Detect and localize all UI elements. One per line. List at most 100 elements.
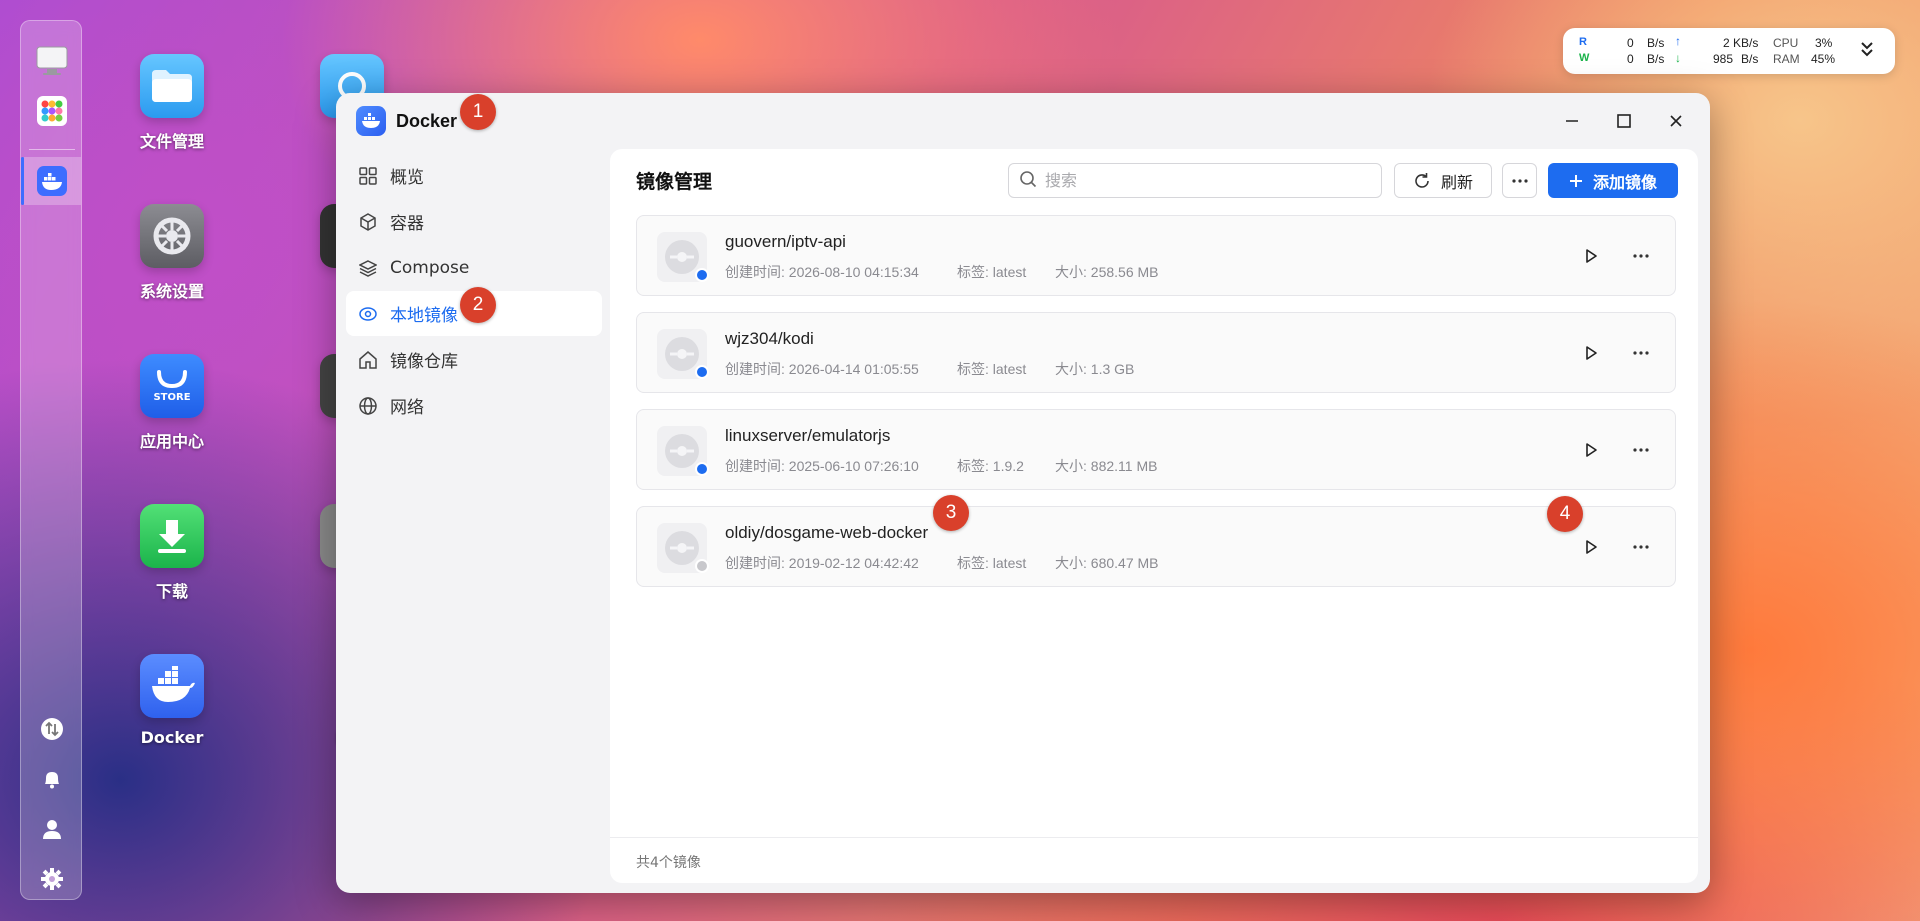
row-more-button[interactable] — [1627, 242, 1655, 270]
refresh-button[interactable]: 刷新 — [1394, 163, 1492, 198]
status-dot — [695, 268, 709, 282]
sidebar-item-network[interactable]: 网络 — [346, 383, 602, 428]
sidebar-item-label: 概览 — [390, 168, 424, 188]
desktop-icon-label: Docker — [140, 728, 204, 747]
folder-icon — [140, 54, 204, 118]
run-button[interactable] — [1577, 533, 1605, 561]
row-more-button[interactable] — [1627, 436, 1655, 464]
sidebar-item-label: 本地镜像 — [390, 306, 458, 326]
image-size: 大小: 680.47 MB — [1055, 555, 1159, 571]
list-item[interactable]: oldiy/dosgame-web-docker 创建时间: 2019-02-1… — [636, 506, 1676, 587]
image-created: 创建时间: 2026-04-14 01:05:55 — [725, 361, 919, 377]
annotation-badge-3: 3 — [933, 495, 969, 531]
plus-icon — [1569, 174, 1583, 188]
store-icon: STORE — [140, 354, 204, 418]
image-size: 大小: 1.3 GB — [1055, 361, 1135, 377]
window-title: Docker — [396, 110, 458, 131]
more-options-button[interactable] — [1502, 163, 1537, 198]
status-dot — [695, 462, 709, 476]
run-button[interactable] — [1577, 436, 1605, 464]
desktop-icon-download[interactable]: 下载 — [112, 504, 232, 602]
status-dot — [695, 559, 709, 573]
image-size: 大小: 882.11 MB — [1055, 458, 1158, 474]
row-more-button[interactable] — [1627, 339, 1655, 367]
add-image-button[interactable]: 添加镜像 — [1548, 163, 1678, 198]
download-icon — [140, 504, 204, 568]
docker-dock-icon[interactable] — [34, 163, 70, 199]
gear-icon — [140, 204, 204, 268]
refresh-icon — [1413, 172, 1431, 190]
run-button[interactable] — [1577, 242, 1605, 270]
home-icon — [358, 350, 378, 370]
window-titlebar: Docker — [356, 105, 457, 137]
more-horizontal-icon — [1633, 351, 1649, 355]
list-item[interactable]: guovern/iptv-api 创建时间: 2026-08-10 04:15:… — [636, 215, 1676, 296]
image-created: 创建时间: 2026-08-10 04:15:34 — [725, 264, 919, 280]
refresh-label: 刷新 — [1440, 172, 1473, 192]
net-up-value: 2 KB/s — [1723, 36, 1759, 50]
desktop-icon-label: 下载 — [155, 582, 188, 601]
maximize-button[interactable] — [1610, 107, 1638, 135]
search-input[interactable] — [1045, 171, 1365, 190]
desktop-icon-docker[interactable]: Docker — [112, 654, 232, 747]
annotation-badge-1: 1 — [460, 94, 496, 130]
more-horizontal-icon — [1633, 448, 1649, 452]
ram-label: RAM — [1773, 52, 1800, 66]
image-name: oldiy/dosgame-web-docker — [725, 523, 929, 542]
docker-icon — [140, 654, 204, 718]
collapse-chevron-icon[interactable] — [1859, 39, 1875, 62]
search-icon — [1019, 170, 1037, 192]
desktop-icon-app-center[interactable]: STORE 应用中心 — [112, 354, 232, 452]
net-down-unit: B/s — [1741, 52, 1759, 66]
disk-write-value: 0 — [1627, 52, 1634, 66]
system-status-widget: R W 0 B/s 0 B/s ↑ ↓ 2 KB/s 985 B/s CPU R… — [1563, 28, 1895, 74]
image-name: wjz304/kodi — [725, 329, 814, 348]
disc-icon — [358, 304, 378, 324]
page-title: 镜像管理 — [636, 171, 713, 193]
list-item[interactable]: linuxserver/emulatorjs 创建时间: 2025-06-10 … — [636, 409, 1676, 490]
play-icon — [1586, 346, 1597, 360]
close-button[interactable] — [1662, 107, 1690, 135]
desktop-icon-file-manager[interactable]: 文件管理 — [112, 54, 232, 152]
docker-logo-icon — [356, 106, 386, 136]
search-box[interactable] — [1008, 163, 1382, 198]
download-arrow-icon: ↓ — [1675, 51, 1681, 65]
play-icon — [1586, 249, 1597, 263]
image-tag: 标签: latest — [957, 264, 1027, 280]
left-dock — [20, 20, 82, 900]
docker-window: Docker 概览 容器 Compose 本地镜像 镜像仓库 网络 镜像管理 搜… — [336, 93, 1710, 893]
app-grid-icon[interactable] — [34, 93, 70, 129]
minimize-button[interactable] — [1558, 107, 1586, 135]
desktop-icon-label: 文件管理 — [139, 132, 204, 151]
cpu-value: 3% — [1815, 36, 1833, 50]
image-created: 创建时间: 2019-02-12 04:42:42 — [725, 555, 919, 571]
disk-write-unit: B/s — [1647, 52, 1665, 66]
globe-icon — [358, 396, 378, 416]
desktop-icon-label: 应用中心 — [139, 432, 204, 451]
image-tag: 标签: latest — [957, 361, 1027, 377]
gear-icon[interactable] — [34, 861, 70, 897]
status-dot — [695, 365, 709, 379]
bell-icon[interactable] — [34, 761, 70, 797]
row-more-button[interactable] — [1627, 533, 1655, 561]
sidebar-item-containers[interactable]: 容器 — [346, 199, 602, 244]
sidebar-item-overview[interactable]: 概览 — [346, 153, 602, 198]
desktop-icon-label: 系统设置 — [139, 282, 204, 301]
image-name: guovern/iptv-api — [725, 232, 846, 251]
image-created: 创建时间: 2025-06-10 07:26:10 — [725, 458, 919, 474]
transfer-icon[interactable] — [34, 711, 70, 747]
annotation-badge-4: 4 — [1547, 496, 1583, 532]
sidebar-item-label: Compose — [390, 257, 470, 278]
run-button[interactable] — [1577, 339, 1605, 367]
list-footer: 共4个镜像 — [610, 837, 1698, 883]
sidebar-item-registry[interactable]: 镜像仓库 — [346, 337, 602, 382]
desktop-icon-settings[interactable]: 系统设置 — [112, 204, 232, 302]
desktop-icon[interactable] — [34, 43, 70, 79]
annotation-badge-2: 2 — [460, 287, 496, 323]
image-size: 大小: 258.56 MB — [1055, 264, 1159, 280]
sidebar-item-compose[interactable]: Compose — [346, 245, 602, 290]
ram-value: 45% — [1811, 52, 1836, 66]
list-item[interactable]: wjz304/kodi 创建时间: 2026-04-14 01:05:55 标签… — [636, 312, 1676, 393]
more-horizontal-icon — [1511, 178, 1528, 183]
user-icon[interactable] — [34, 811, 70, 847]
